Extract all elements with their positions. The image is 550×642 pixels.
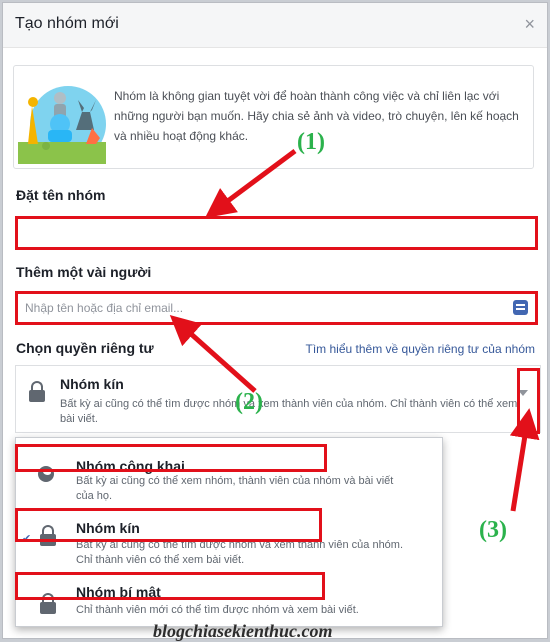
annotation-step-3: (3) — [479, 517, 507, 543]
watermark-text: blogchiasekienthuc.com — [153, 621, 333, 641]
arrow-1 — [204, 148, 297, 218]
create-group-dialog: Tạo nhóm mới × Nhóm là không gian tuyệt … — [2, 2, 548, 641]
annotation-step-1: (1) — [297, 129, 325, 155]
arrow-3 — [509, 408, 540, 512]
annotation-arrows — [169, 148, 540, 512]
arrow-2 — [169, 315, 257, 393]
annotation-step-2: (2) — [235, 389, 263, 415]
